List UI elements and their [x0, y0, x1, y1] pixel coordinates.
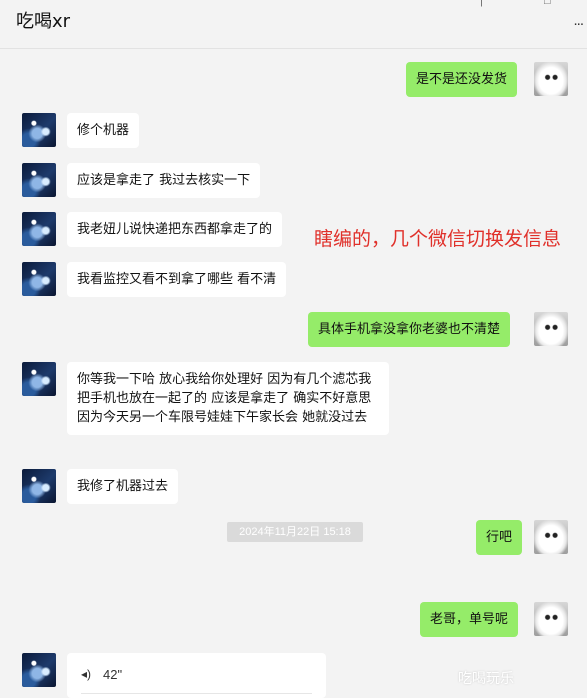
- my-avatar[interactable]: [534, 312, 568, 346]
- chat-header: 吃喝xr | □ ...: [0, 0, 587, 49]
- message-bubble[interactable]: 应该是拿走了 我过去核实一下: [67, 163, 261, 198]
- maximize-icon[interactable]: □: [544, 0, 551, 7]
- watermark: 吃喝玩乐: [458, 671, 514, 687]
- contact-avatar[interactable]: [22, 113, 56, 147]
- contact-avatar[interactable]: [22, 262, 56, 296]
- minimize-icon[interactable]: |: [480, 0, 483, 7]
- contact-avatar[interactable]: [22, 653, 56, 687]
- message-bubble[interactable]: 具体手机拿没拿你老婆也不清楚: [308, 312, 511, 347]
- message-list[interactable]: 是不是还没发货 修个机器 应该是拿走了 我过去核实一下 我老妞儿说快递把东西都拿…: [0, 49, 587, 698]
- red-annotation: 瞎编的，几个微信切换发信息: [314, 228, 562, 250]
- my-avatar[interactable]: [534, 520, 568, 554]
- contact-avatar[interactable]: [22, 469, 56, 503]
- message-bubble[interactable]: 老哥，单号呢: [420, 602, 519, 637]
- message-bubble[interactable]: 我看监控又看不到拿了哪些 看不清: [67, 262, 287, 297]
- message-bubble[interactable]: 我老妞儿说快递把东西都拿走了的: [67, 212, 283, 247]
- message-bubble[interactable]: 你等我一下哈 放心我给你处理好 因为有几个滤芯我把手机也放在一起了的 应该是拿走…: [67, 362, 389, 435]
- contact-avatar[interactable]: [22, 362, 56, 396]
- voice-message[interactable]: ◂) 42": [67, 653, 326, 698]
- my-avatar[interactable]: [534, 602, 568, 636]
- voice-wave-icon: ◂): [81, 667, 92, 681]
- my-avatar[interactable]: [534, 62, 568, 96]
- more-options-icon[interactable]: ...: [573, 12, 583, 29]
- voice-duration: 42": [103, 667, 123, 682]
- message-bubble[interactable]: 是不是还没发货: [406, 62, 518, 97]
- contact-avatar[interactable]: [22, 163, 56, 197]
- message-bubble[interactable]: 行吧: [476, 520, 523, 555]
- chat-title: 吃喝xr: [16, 11, 71, 32]
- message-bubble[interactable]: 修个机器: [67, 113, 140, 148]
- contact-avatar[interactable]: [22, 212, 56, 246]
- message-timestamp: 2024年11月22日 15:18: [227, 522, 363, 542]
- message-bubble[interactable]: 我修了机器过去: [67, 469, 179, 504]
